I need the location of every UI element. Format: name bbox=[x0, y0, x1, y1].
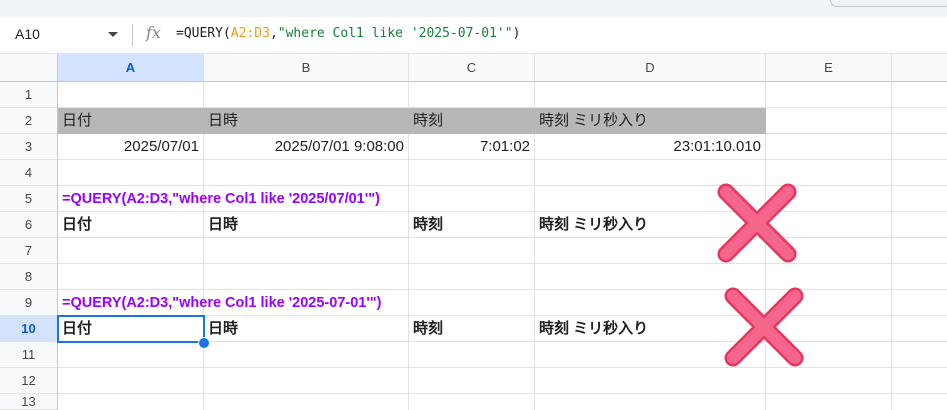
row-header-5[interactable]: 5 bbox=[0, 186, 58, 212]
column-header-c[interactable]: C bbox=[409, 54, 535, 82]
cross-mark-icon bbox=[724, 287, 804, 367]
cell-a10[interactable]: 日付 bbox=[58, 316, 204, 342]
row-header-12[interactable]: 12 bbox=[0, 368, 58, 394]
cell-b2[interactable]: 日時 bbox=[204, 108, 409, 134]
row-header-11[interactable]: 11 bbox=[0, 342, 58, 368]
column-header-b[interactable]: B bbox=[204, 54, 409, 82]
column-header-f[interactable] bbox=[892, 54, 947, 82]
formula-suffix: ) bbox=[512, 26, 521, 41]
grid-line bbox=[58, 393, 947, 394]
cell-b6[interactable]: 日時 bbox=[204, 212, 409, 238]
cell-a9[interactable]: =QUERY(A2:D3,"where Col1 like '2025-07-0… bbox=[58, 290, 458, 316]
row-header-3[interactable]: 3 bbox=[0, 134, 58, 160]
select-all-corner[interactable] bbox=[0, 54, 58, 82]
cell-d2[interactable]: 時刻 ミリ秒入り bbox=[535, 108, 766, 134]
top-strip bbox=[0, 0, 947, 17]
cell-c3[interactable]: 7:01:02 bbox=[409, 134, 534, 160]
column-header-d[interactable]: D bbox=[535, 54, 766, 82]
row-header-1[interactable]: 1 bbox=[0, 82, 58, 108]
column-header-a[interactable]: A bbox=[58, 54, 204, 82]
cell-b3[interactable]: 2025/07/01 9:08:00 bbox=[204, 134, 408, 160]
column-header-e[interactable]: E bbox=[766, 54, 892, 82]
row-header-9[interactable]: 9 bbox=[0, 290, 58, 316]
formula-prefix: =QUERY( bbox=[176, 26, 231, 41]
cross-mark-icon bbox=[717, 183, 797, 263]
formula-bar: A10 fx =QUERY(A2:D3,"where Col1 like '20… bbox=[0, 17, 947, 54]
fx-icon: fx bbox=[146, 23, 161, 42]
grid-line bbox=[58, 367, 947, 368]
cell-a6[interactable]: 日付 bbox=[58, 212, 204, 238]
cell-b10[interactable]: 日時 bbox=[204, 316, 409, 342]
grid-line bbox=[891, 82, 892, 410]
formula-bar-divider bbox=[132, 24, 133, 46]
formula-input[interactable]: =QUERY(A2:D3,"where Col1 like '2025-07-0… bbox=[176, 26, 520, 41]
cell-a3[interactable]: 2025/07/01 bbox=[58, 134, 203, 160]
cell-c10[interactable]: 時刻 bbox=[409, 316, 535, 342]
panel-edge bbox=[830, 0, 947, 7]
formula-query-string: "where Col1 like '2025-07-01'" bbox=[277, 26, 513, 41]
name-box[interactable]: A10 bbox=[15, 26, 40, 42]
formula-comma: , bbox=[269, 26, 278, 41]
grid-line bbox=[58, 263, 947, 264]
row-header-2[interactable]: 2 bbox=[0, 108, 58, 134]
cell-d3[interactable]: 23:01:10.010 bbox=[535, 134, 765, 160]
row-header-4[interactable]: 4 bbox=[0, 160, 58, 186]
row-header-10[interactable]: 10 bbox=[0, 316, 58, 342]
fill-handle[interactable] bbox=[198, 337, 210, 349]
row-header-6[interactable]: 6 bbox=[0, 212, 58, 238]
cell-grid[interactable]: 日付 日時 時刻 時刻 ミリ秒入り 2025/07/01 2025/07/01 … bbox=[57, 82, 947, 410]
row-header-8[interactable]: 8 bbox=[0, 264, 58, 290]
row-header-7[interactable]: 7 bbox=[0, 238, 58, 264]
cell-c2[interactable]: 時刻 bbox=[409, 108, 535, 134]
name-box-dropdown-icon[interactable] bbox=[108, 32, 118, 37]
row-header-13[interactable]: 13 bbox=[0, 394, 58, 410]
cell-a2[interactable]: 日付 bbox=[58, 108, 204, 134]
formula-range: A2:D3 bbox=[230, 26, 270, 41]
cell-c6[interactable]: 時刻 bbox=[409, 212, 535, 238]
cell-a5[interactable]: =QUERY(A2:D3,"where Col1 like '2025/07/0… bbox=[58, 186, 458, 212]
